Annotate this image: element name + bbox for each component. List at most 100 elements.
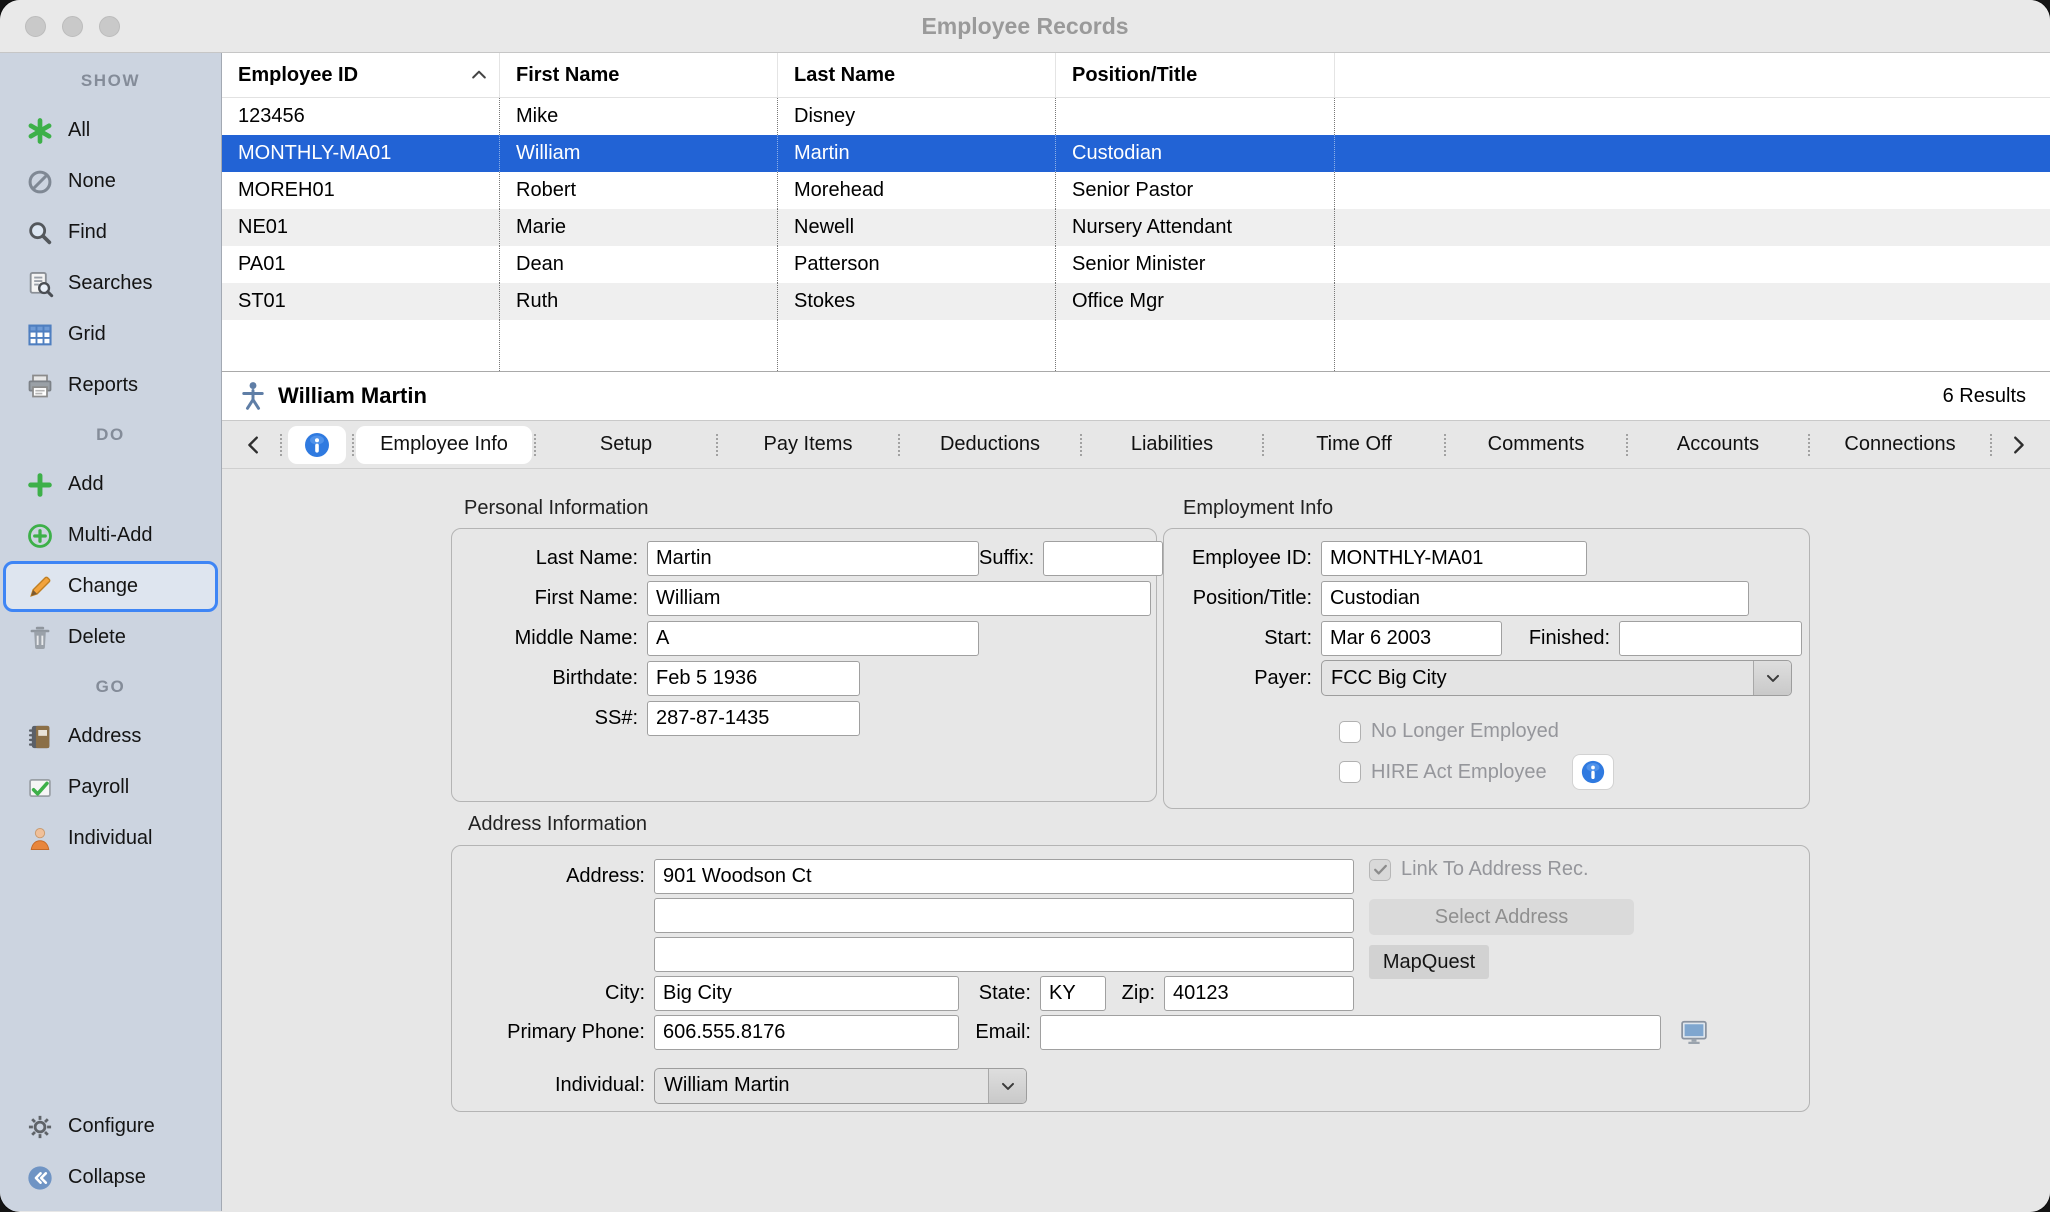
tab-separator (716, 434, 718, 456)
table-row[interactable]: NE01 Marie Newell Nursery Attendant (222, 209, 2050, 246)
sort-ascending-icon (469, 65, 489, 85)
tab-accounts[interactable]: Accounts (1630, 426, 1806, 464)
link-to-address-checkbox[interactable] (1369, 859, 1391, 881)
payer-label: Payer: (1171, 667, 1321, 690)
payer-dropdown[interactable]: FCC Big City (1321, 660, 1792, 696)
sidebar-item-reports[interactable]: Reports (0, 360, 221, 411)
tab-deductions[interactable]: Deductions (902, 426, 1078, 464)
record-person-icon (238, 380, 268, 412)
tab-pay-items[interactable]: Pay Items (720, 426, 896, 464)
column-label: Position/Title (1072, 64, 1197, 87)
tab-connections[interactable]: Connections (1812, 426, 1988, 464)
hire-act-label: HIRE Act Employee (1371, 761, 1547, 784)
zip-input[interactable] (1164, 976, 1354, 1011)
circled-plus-icon (25, 521, 55, 551)
sidebar-item-individual[interactable]: Individual (0, 813, 221, 864)
sidebar-item-label: Change (68, 575, 138, 598)
start-date-input[interactable] (1321, 621, 1502, 656)
sidebar-item-delete[interactable]: Delete (0, 612, 221, 663)
person-icon (25, 824, 55, 854)
ssn-input[interactable] (647, 701, 860, 736)
cell-last-name: Newell (778, 209, 1056, 246)
hire-act-checkbox[interactable] (1339, 761, 1361, 783)
email-input[interactable] (1040, 1015, 1661, 1050)
contact-card-icon[interactable] (1679, 1019, 1709, 1047)
sidebar-item-searches[interactable]: Searches (0, 258, 221, 309)
collapse-chevrons-icon (25, 1163, 55, 1193)
table-row[interactable]: ST01 Ruth Stokes Office Mgr (222, 283, 2050, 320)
mapquest-button[interactable]: MapQuest (1369, 945, 1489, 979)
column-header-first-name[interactable]: First Name (500, 53, 778, 97)
finished-label: Finished: (1502, 627, 1619, 650)
sidebar-section-go: GO (0, 663, 221, 711)
table-row-selected[interactable]: MONTHLY-MA01 William Martin Custodian (222, 135, 2050, 172)
birthdate-input[interactable] (647, 661, 860, 696)
individual-dropdown[interactable]: William Martin (654, 1068, 1027, 1104)
sidebar-item-payroll[interactable]: Payroll (0, 762, 221, 813)
gear-icon (25, 1112, 55, 1142)
tabs-scroll-right-button[interactable] (1994, 426, 2042, 464)
tab-separator (1080, 434, 1082, 456)
state-label: State: (959, 982, 1040, 1005)
sidebar-item-address[interactable]: Address (0, 711, 221, 762)
minimize-button[interactable] (62, 16, 83, 37)
sidebar-item-label: Collapse (68, 1166, 146, 1189)
tab-setup[interactable]: Setup (538, 426, 714, 464)
sidebar-item-configure[interactable]: Configure (0, 1101, 221, 1152)
position-title-input[interactable] (1321, 581, 1749, 616)
tab-separator (898, 434, 900, 456)
table-row[interactable]: MOREH01 Robert Morehead Senior Pastor (222, 172, 2050, 209)
column-header-employee-id[interactable]: Employee ID (222, 53, 500, 97)
column-header-position-title[interactable]: Position/Title (1056, 53, 1335, 97)
record-name: William Martin (278, 383, 427, 409)
sidebar-item-find[interactable]: Find (0, 207, 221, 258)
address-line2-input[interactable] (654, 898, 1354, 933)
sidebar-item-grid[interactable]: Grid (0, 309, 221, 360)
zoom-button[interactable] (99, 16, 120, 37)
cell-employee-id: ST01 (222, 283, 500, 320)
no-longer-employed-checkbox[interactable] (1339, 721, 1361, 743)
address-line1-input[interactable] (654, 859, 1354, 894)
sidebar-spacer (0, 864, 221, 1101)
suffix-input[interactable] (1043, 541, 1163, 576)
address-line3-input[interactable] (654, 937, 1354, 972)
record-info-button[interactable] (288, 426, 346, 464)
cell-blank (1335, 283, 2050, 320)
tab-comments[interactable]: Comments (1448, 426, 1624, 464)
sidebar-item-change[interactable]: Change (3, 561, 218, 612)
table-row[interactable]: PA01 Dean Patterson Senior Minister (222, 246, 2050, 283)
sidebar-item-label: Delete (68, 626, 126, 649)
state-input[interactable] (1040, 976, 1106, 1011)
tab-employee-info[interactable]: Employee Info (356, 426, 532, 464)
finished-date-input[interactable] (1619, 621, 1802, 656)
tab-time-off[interactable]: Time Off (1266, 426, 1442, 464)
tab-liabilities[interactable]: Liabilities (1084, 426, 1260, 464)
tab-separator (1990, 434, 1992, 456)
first-name-input[interactable] (647, 581, 1151, 616)
sidebar-item-none[interactable]: None (0, 156, 221, 207)
sidebar-item-collapse[interactable]: Collapse (0, 1152, 221, 1203)
cell-blank (1335, 135, 2050, 172)
select-address-button[interactable]: Select Address (1369, 899, 1634, 935)
sidebar-item-label: Individual (68, 827, 153, 850)
employee-id-input[interactable] (1321, 541, 1587, 576)
last-name-input[interactable] (647, 541, 979, 576)
table-row[interactable]: 123456 Mike Disney (222, 98, 2050, 135)
cell-first-name: Marie (500, 209, 778, 246)
middle-name-input[interactable] (647, 621, 979, 656)
city-input[interactable] (654, 976, 959, 1011)
tabs-scroll-left-button[interactable] (230, 426, 278, 464)
tab-separator (1808, 434, 1810, 456)
sidebar-item-label: Multi-Add (68, 524, 152, 547)
close-button[interactable] (25, 16, 46, 37)
sidebar-item-add[interactable]: Add (0, 459, 221, 510)
sidebar-item-label: Searches (68, 272, 153, 295)
sidebar-item-all[interactable]: All (0, 105, 221, 156)
column-label: First Name (516, 64, 619, 87)
primary-phone-input[interactable] (654, 1015, 959, 1050)
sidebar-item-multi-add[interactable]: Multi-Add (0, 510, 221, 561)
column-header-last-name[interactable]: Last Name (778, 53, 1056, 97)
hire-act-info-button[interactable] (1573, 755, 1613, 789)
address-book-icon (25, 722, 55, 752)
address-info-group: Address: City: State: (451, 845, 1810, 1112)
